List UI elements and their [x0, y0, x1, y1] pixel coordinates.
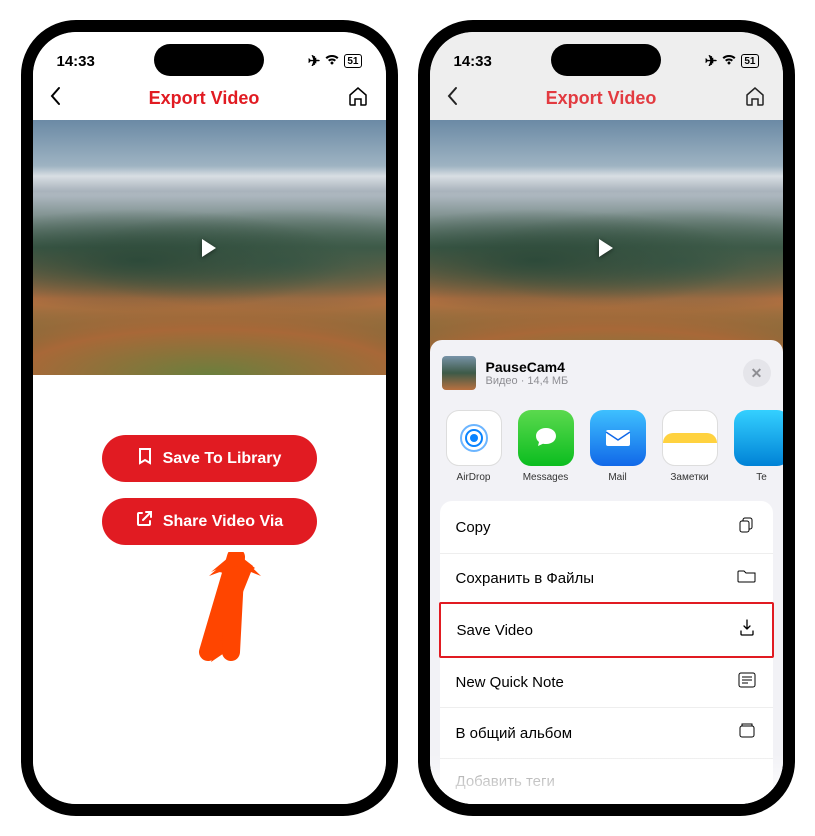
app-label: AirDrop	[457, 472, 491, 483]
status-time: 14:33	[57, 53, 95, 70]
action-list: Copy Сохранить в Файлы Save Video	[440, 501, 773, 804]
folder-icon	[737, 568, 757, 588]
nav-bar: Export Video	[33, 76, 386, 120]
airplane-icon: ✈	[705, 52, 718, 70]
action-save-video[interactable]: Save Video	[439, 602, 774, 658]
action-label: New Quick Note	[456, 674, 564, 691]
video-preview[interactable]	[33, 120, 386, 375]
battery-icon: 51	[344, 54, 361, 68]
action-save-files[interactable]: Сохранить в Файлы	[440, 554, 773, 603]
action-quick-note[interactable]: New Quick Note	[440, 657, 773, 708]
app-mail[interactable]: Mail	[582, 410, 654, 483]
action-copy[interactable]: Copy	[440, 501, 773, 554]
airplane-icon: ✈	[308, 52, 321, 70]
save-to-library-button[interactable]: Save To Library	[102, 435, 317, 482]
app-more[interactable]: Te	[726, 410, 783, 483]
copy-icon	[737, 515, 757, 539]
play-icon[interactable]	[202, 239, 216, 257]
battery-icon: 51	[741, 54, 758, 68]
file-name: PauseCam4	[486, 359, 569, 375]
app-airdrop[interactable]: AirDrop	[438, 410, 510, 483]
download-icon	[738, 618, 756, 642]
home-button[interactable]	[744, 85, 766, 112]
app-notes[interactable]: Заметки	[654, 410, 726, 483]
share-via-label: Share Video Via	[163, 513, 283, 531]
bookmark-icon	[137, 447, 153, 470]
action-label: Добавить теги	[456, 773, 555, 790]
app-label: Заметки	[670, 472, 708, 483]
wifi-icon	[324, 53, 340, 70]
arrow-annotation	[183, 552, 263, 677]
share-sheet: PauseCam4 Видео · 14,4 МБ ✕ AirDrop Mess…	[430, 340, 783, 804]
dynamic-island	[551, 44, 661, 76]
save-library-label: Save To Library	[163, 450, 282, 468]
action-shared-album[interactable]: В общий альбом	[440, 708, 773, 759]
app-label: Te	[756, 472, 767, 483]
back-button[interactable]	[446, 86, 458, 111]
app-label: Mail	[608, 472, 626, 483]
share-icon	[135, 510, 153, 533]
file-meta: Видео · 14,4 МБ	[486, 375, 569, 387]
play-icon[interactable]	[599, 239, 613, 257]
action-label: Copy	[456, 519, 491, 536]
action-add-tags[interactable]: Добавить теги	[440, 759, 773, 804]
share-apps-row: AirDrop Messages Mail	[430, 402, 783, 501]
app-messages[interactable]: Messages	[510, 410, 582, 483]
wifi-icon	[721, 53, 737, 70]
nav-bar: Export Video	[430, 76, 783, 120]
status-time: 14:33	[454, 53, 492, 70]
share-video-via-button[interactable]: Share Video Via	[102, 498, 317, 545]
back-button[interactable]	[49, 86, 61, 111]
action-label: Сохранить в Файлы	[456, 570, 595, 587]
home-button[interactable]	[347, 85, 369, 112]
file-thumbnail	[442, 356, 476, 390]
close-button[interactable]: ✕	[743, 359, 771, 387]
dynamic-island	[154, 44, 264, 76]
album-icon	[737, 722, 757, 744]
action-label: Save Video	[457, 622, 533, 639]
app-label: Messages	[523, 472, 569, 483]
video-preview[interactable]	[430, 120, 783, 375]
page-title: Export Video	[546, 88, 657, 109]
action-label: В общий альбом	[456, 725, 573, 742]
note-icon	[737, 671, 757, 693]
page-title: Export Video	[149, 88, 260, 109]
